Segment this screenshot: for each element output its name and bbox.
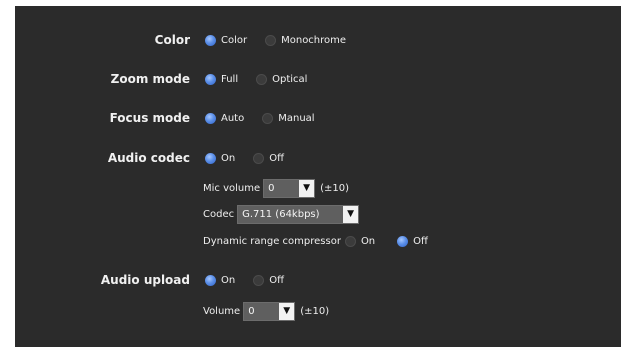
zoom-mode-row: Zoom mode Full Optical — [15, 69, 621, 89]
upload-volume-row: Volume 0 ▼ (±10) — [203, 301, 329, 321]
audio-codec-options: On Off — [205, 148, 284, 168]
audio-codec-row: Audio codec On Off — [15, 148, 621, 168]
audio-codec-label: Audio codec — [107, 151, 190, 165]
audio-upload-row: Audio upload On Off — [15, 270, 621, 290]
audio-upload-option-on-label: On — [221, 274, 236, 286]
color-options: Color Monochrome — [205, 30, 346, 50]
focus-mode-row: Focus mode Auto Manual — [15, 108, 621, 128]
focus-radio-auto[interactable] — [205, 112, 216, 124]
audio-upload-option-off-label: Off — [269, 274, 284, 286]
upload-volume-range: (±10) — [300, 305, 330, 317]
chevron-down-icon: ▼ — [279, 302, 295, 320]
mic-volume-row: Mic volume 0 ▼ (±10) — [203, 178, 349, 198]
color-label: Color — [154, 33, 190, 47]
zoom-mode-label: Zoom mode — [110, 72, 190, 86]
codec-row: Codec G.711 (64kbps) ▼ — [203, 204, 360, 224]
audio-upload-options: On Off — [205, 270, 284, 290]
settings-panel: Color Color Monochrome Zoom mode Full Op… — [15, 6, 621, 347]
audio-upload-radio-off[interactable] — [253, 274, 265, 286]
drc-label: Dynamic range compressor — [203, 235, 341, 247]
audio-upload-label: Audio upload — [100, 273, 190, 287]
upload-volume-label: Volume — [203, 305, 241, 317]
zoom-mode-options: Full Optical — [205, 69, 307, 89]
focus-mode-options: Auto Manual — [205, 108, 315, 128]
zoom-radio-full[interactable] — [205, 73, 216, 85]
color-radio-monochrome[interactable] — [265, 34, 277, 46]
focus-option-manual-label: Manual — [278, 112, 315, 124]
drc-row: Dynamic range compressor On Off — [203, 231, 428, 251]
focus-option-auto-label: Auto — [221, 112, 245, 124]
codec-value: G.711 (64kbps) — [242, 209, 320, 220]
color-option-monochrome-label: Monochrome — [281, 34, 347, 46]
upload-volume-value: 0 — [248, 306, 255, 317]
color-row: Color Color Monochrome — [15, 30, 621, 50]
codec-label: Codec — [203, 208, 235, 220]
zoom-radio-optical[interactable] — [256, 73, 268, 85]
chevron-down-icon: ▼ — [343, 205, 359, 223]
codec-select[interactable]: G.711 (64kbps) ▼ — [237, 204, 360, 224]
drc-radio-on[interactable] — [344, 235, 356, 247]
focus-mode-label: Focus mode — [109, 111, 190, 125]
color-option-color-label: Color — [221, 34, 248, 46]
drc-option-on-label: On — [360, 235, 376, 247]
mic-volume-range: (±10) — [320, 182, 350, 194]
audio-codec-option-off-label: Off — [269, 152, 284, 164]
audio-codec-radio-on[interactable] — [205, 152, 216, 164]
drc-option-off-label: Off — [413, 235, 428, 247]
zoom-option-full-label: Full — [221, 73, 239, 85]
mic-volume-select[interactable]: 0 ▼ — [263, 178, 316, 198]
chevron-down-icon: ▼ — [299, 179, 315, 197]
zoom-option-optical-label: Optical — [272, 73, 308, 85]
color-radio-color[interactable] — [205, 34, 216, 46]
mic-volume-value: 0 — [268, 183, 275, 194]
mic-volume-label: Mic volume — [203, 182, 261, 194]
drc-radio-off[interactable] — [397, 235, 409, 247]
focus-radio-manual[interactable] — [262, 112, 274, 124]
audio-codec-option-on-label: On — [221, 152, 236, 164]
audio-codec-radio-off[interactable] — [253, 152, 265, 164]
upload-volume-select[interactable]: 0 ▼ — [243, 301, 296, 321]
audio-upload-radio-on[interactable] — [205, 274, 216, 286]
